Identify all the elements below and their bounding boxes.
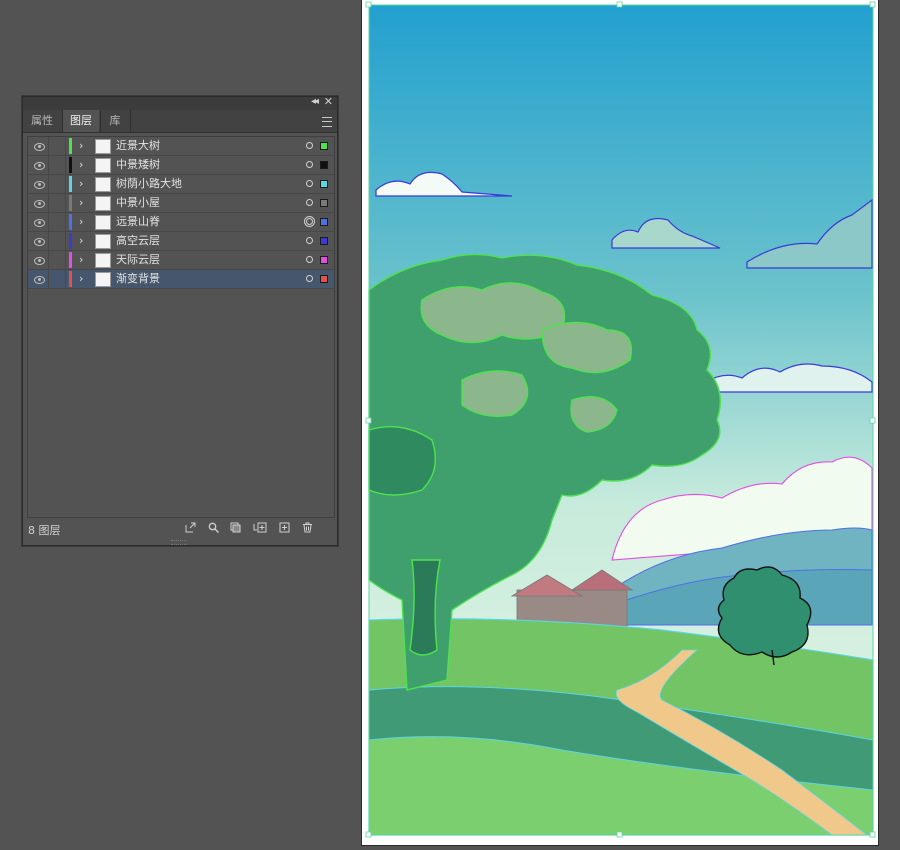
layer-name[interactable]: 高空云层 [116, 232, 160, 250]
layer-name[interactable]: 中景矮树 [116, 156, 160, 174]
layer-name[interactable]: 中景小屋 [116, 194, 160, 212]
new-sublayer-icon[interactable] [253, 522, 267, 533]
tab-libraries[interactable]: 库 [101, 110, 129, 132]
visibility-eye-icon[interactable] [34, 219, 45, 227]
layer-thumbnail [95, 158, 111, 173]
layer-row[interactable]: › 渐变背景 [28, 270, 334, 289]
layer-row[interactable]: › 远景山脊 [28, 213, 334, 232]
layer-thumbnail [95, 177, 111, 192]
panel-menu-icon[interactable] [322, 117, 332, 127]
expand-chevron-icon[interactable]: › [79, 251, 83, 269]
expand-chevron-icon[interactable]: › [79, 213, 83, 231]
layer-name[interactable]: 远景山脊 [116, 213, 160, 231]
clip-mask-icon[interactable] [230, 522, 241, 533]
expand-chevron-icon[interactable]: › [79, 270, 83, 288]
target-circle-icon[interactable] [306, 161, 313, 168]
visibility-eye-icon[interactable] [34, 143, 45, 151]
visibility-eye-icon[interactable] [34, 257, 45, 265]
tab-properties[interactable]: 属性 [23, 110, 61, 132]
layer-row[interactable]: › 树荫小路大地 [28, 175, 334, 194]
layer-thumbnail [95, 196, 111, 211]
target-circle-icon[interactable] [306, 180, 313, 187]
trash-icon[interactable] [302, 522, 313, 533]
visibility-eye-icon[interactable] [34, 200, 45, 208]
layer-row[interactable]: › 中景矮树 [28, 156, 334, 175]
artwork-canvas[interactable] [362, 0, 878, 845]
layer-color-bar [69, 195, 72, 211]
layer-color-bar [69, 233, 72, 249]
visibility-eye-icon[interactable] [34, 238, 45, 246]
layer-name[interactable]: 天际云层 [116, 251, 160, 269]
selection-swatch[interactable] [320, 237, 328, 245]
panel-footer: 8 图层 [23, 519, 337, 539]
close-panel-icon[interactable]: ✕ [324, 95, 333, 108]
selection-swatch[interactable] [320, 275, 328, 283]
target-circle-icon[interactable] [304, 216, 315, 227]
layer-thumbnail [95, 234, 111, 249]
layer-color-bar [69, 271, 72, 287]
selection-swatch[interactable] [320, 256, 328, 264]
expand-chevron-icon[interactable]: › [79, 194, 83, 212]
tab-layers[interactable]: 图层 [63, 110, 99, 132]
layers-panel: ◂◂ ✕ 属性 图层 库 › 近景大树 › 中景矮树 › 树荫小路大地 › 中景小屋 › 远景山脊… [22, 95, 338, 546]
target-circle-icon[interactable] [306, 199, 313, 206]
layer-color-bar [69, 214, 72, 230]
panel-tabbar: 属性 图层 库 [23, 110, 337, 133]
collapse-panel-icon[interactable]: ◂◂ [311, 96, 319, 107]
visibility-eye-icon[interactable] [34, 181, 45, 189]
visibility-eye-icon[interactable] [34, 276, 45, 284]
selection-swatch[interactable] [320, 199, 328, 207]
new-layer-icon[interactable] [279, 522, 290, 533]
layer-row[interactable]: › 中景小屋 [28, 194, 334, 213]
layer-thumbnail [95, 253, 111, 268]
selection-swatch[interactable] [320, 218, 328, 226]
selection-swatch[interactable] [320, 142, 328, 150]
panel-resize-grip[interactable] [171, 540, 187, 545]
layer-row[interactable]: › 高空云层 [28, 232, 334, 251]
layer-name[interactable]: 树荫小路大地 [116, 175, 182, 193]
selection-swatch[interactable] [320, 180, 328, 188]
target-circle-icon[interactable] [306, 275, 313, 282]
layer-row[interactable]: › 天际云层 [28, 251, 334, 270]
layer-name[interactable]: 渐变背景 [116, 270, 160, 288]
expand-chevron-icon[interactable]: › [79, 175, 83, 193]
layer-color-bar [69, 138, 72, 154]
target-circle-icon[interactable] [306, 142, 313, 149]
layers-list: › 近景大树 › 中景矮树 › 树荫小路大地 › 中景小屋 › 远景山脊 › 高空云层 › 天际云层 › 渐变… [27, 136, 335, 518]
layer-thumbnail [95, 139, 111, 154]
search-icon[interactable] [208, 522, 220, 534]
layer-color-bar [69, 176, 72, 192]
target-circle-icon[interactable] [306, 256, 313, 263]
expand-chevron-icon[interactable]: › [79, 232, 83, 250]
layer-count: 8 图层 [28, 524, 61, 537]
layer-color-bar [69, 157, 72, 173]
layer-color-bar [69, 252, 72, 268]
selection-swatch[interactable] [320, 161, 328, 169]
expand-chevron-icon[interactable]: › [79, 156, 83, 174]
layer-thumbnail [95, 272, 111, 287]
panel-titlebar[interactable]: ◂◂ ✕ [23, 95, 337, 110]
expand-chevron-icon[interactable]: › [79, 137, 83, 155]
target-circle-icon[interactable] [306, 237, 313, 244]
layer-row[interactable]: › 近景大树 [28, 137, 334, 156]
export-icon[interactable] [185, 522, 196, 533]
visibility-eye-icon[interactable] [34, 162, 45, 170]
layer-thumbnail [95, 215, 111, 230]
layer-name[interactable]: 近景大树 [116, 137, 160, 155]
artboard[interactable] [361, 0, 879, 846]
